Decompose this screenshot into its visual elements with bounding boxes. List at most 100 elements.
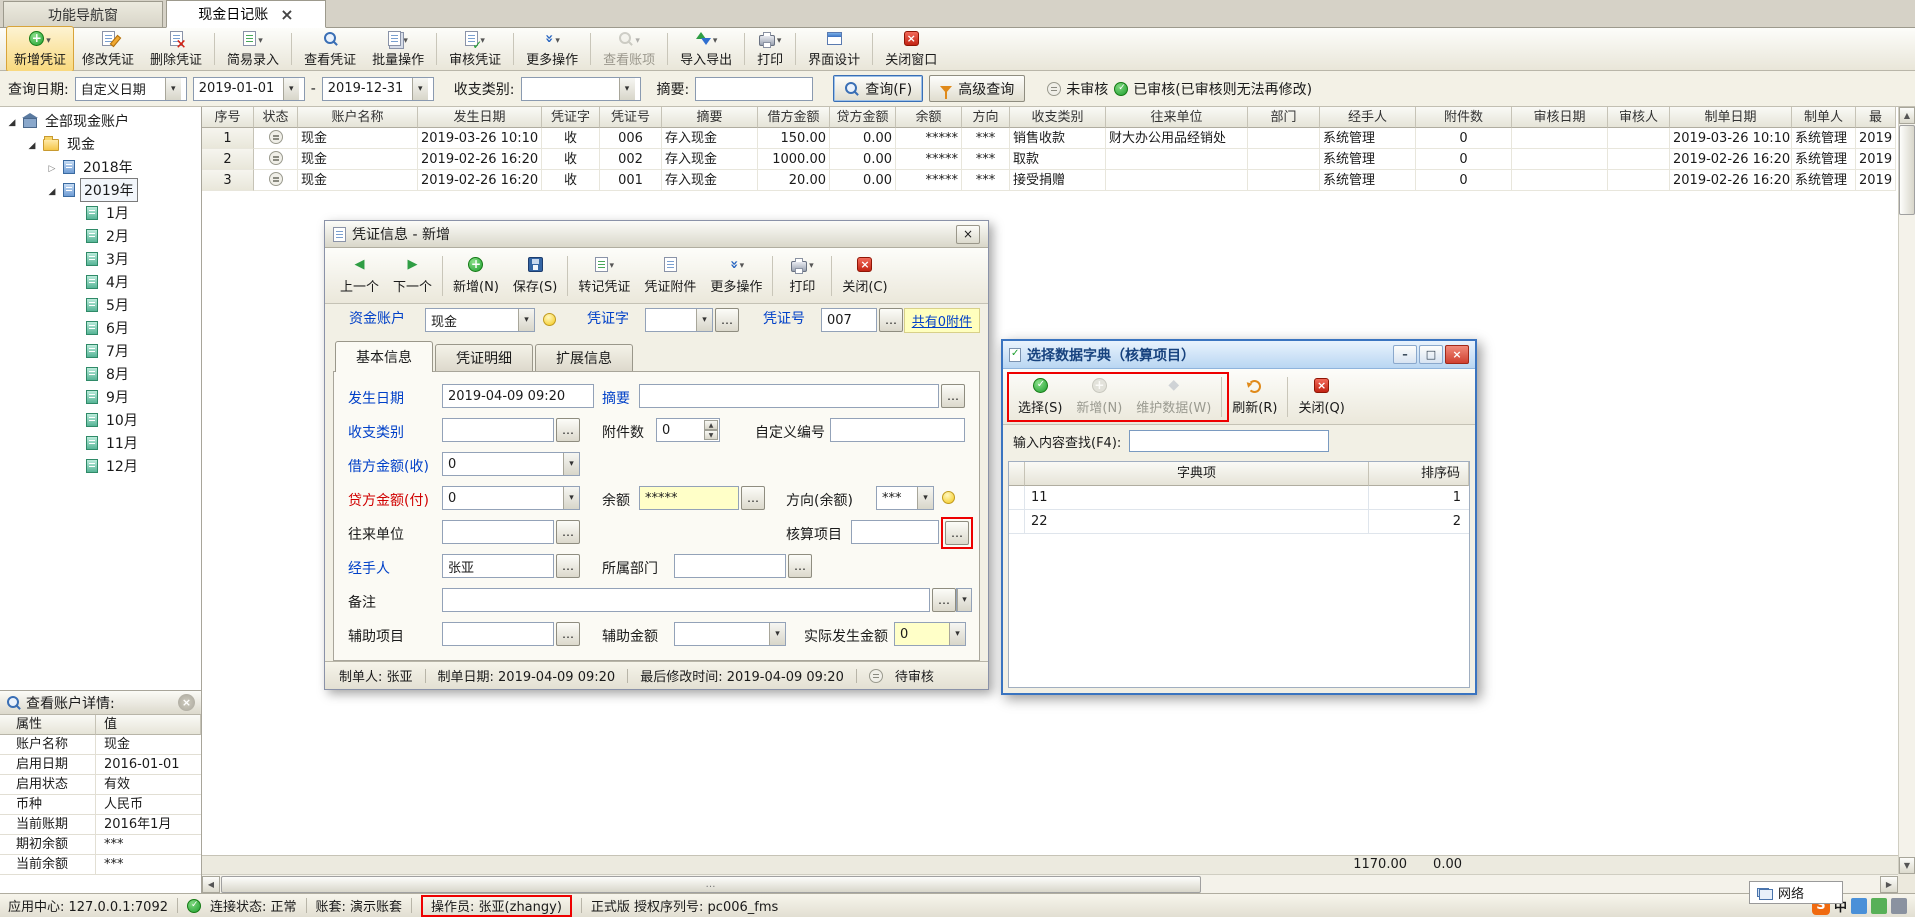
voucher-dialog-titlebar[interactable]: 凭证信息 - 新增: [325, 221, 988, 248]
debit-input[interactable]: 0: [442, 452, 580, 476]
minimize-icon[interactable]: –: [1393, 345, 1417, 364]
voucher-number-lookup-button[interactable]: [879, 308, 903, 332]
dict-select-button[interactable]: 选择(S): [1011, 374, 1069, 419]
voucher-number-input[interactable]: 007: [821, 308, 877, 332]
aux-amount-input[interactable]: [674, 622, 786, 646]
dialog-more-ops-button[interactable]: 更多操作: [703, 253, 769, 298]
transfer-voucher-button[interactable]: 转记凭证: [571, 253, 637, 298]
vertical-scrollbar[interactable]: ▲ ▼: [1898, 107, 1915, 874]
column-header[interactable]: 摘要: [662, 107, 758, 128]
tab-close-icon[interactable]: [280, 5, 293, 24]
tray-panel-icon[interactable]: [1891, 898, 1907, 914]
tree-node-2018[interactable]: 2018年: [0, 155, 201, 178]
more-ops-button[interactable]: 更多操作: [518, 26, 586, 72]
tree-expander-icon[interactable]: [6, 113, 18, 129]
tab-voucher-detail[interactable]: 凭证明细: [435, 344, 533, 371]
close-details-icon[interactable]: [178, 694, 195, 711]
maximize-icon[interactable]: □: [1419, 345, 1443, 364]
remark-input[interactable]: [442, 588, 930, 612]
scroll-down-icon[interactable]: ▼: [1899, 857, 1915, 874]
tab-cash-journal[interactable]: 现金日记账: [166, 0, 326, 28]
dictionary-row[interactable]: 11 1: [1009, 486, 1469, 510]
column-header[interactable]: 部门: [1248, 107, 1320, 128]
view-account-items-button[interactable]: 查看账项: [595, 26, 663, 72]
dict-item-column-header[interactable]: 字典项: [1025, 462, 1369, 486]
scroll-up-icon[interactable]: ▲: [1899, 107, 1915, 124]
column-header[interactable]: 序号: [202, 107, 254, 128]
tree-month-item[interactable]: 8月: [0, 362, 201, 385]
dictionary-row[interactable]: 22 2: [1009, 510, 1469, 534]
dict-close-button[interactable]: 关闭(Q): [1291, 374, 1351, 419]
property-column-header[interactable]: 属性: [0, 715, 96, 735]
dict-maintain-button[interactable]: 维护数据(W): [1129, 374, 1218, 419]
tree-month-item[interactable]: 9月: [0, 385, 201, 408]
ui-design-button[interactable]: 界面设计: [800, 26, 868, 72]
voucher-word-select[interactable]: [645, 308, 713, 332]
balance-input[interactable]: *****: [639, 486, 739, 510]
detail-row[interactable]: 当前余额 ***: [0, 855, 201, 875]
credit-input[interactable]: 0: [442, 486, 580, 510]
column-header[interactable]: 凭证号: [600, 107, 662, 128]
remark-dropdown[interactable]: [956, 588, 972, 612]
dictionary-search-input[interactable]: [1129, 430, 1329, 452]
delete-voucher-button[interactable]: 删除凭证: [142, 26, 210, 72]
tab-basic-info[interactable]: 基本信息: [335, 341, 433, 372]
next-voucher-button[interactable]: 下一个: [386, 253, 439, 298]
column-header[interactable]: 审核人: [1608, 107, 1670, 128]
print-button[interactable]: 打印: [749, 26, 791, 72]
dialog-close-button[interactable]: 关闭(C): [835, 253, 894, 298]
import-export-button[interactable]: 导入导出: [672, 26, 740, 72]
date-to-select[interactable]: 2019-12-31: [322, 77, 434, 101]
scroll-right-icon[interactable]: ▶: [1880, 876, 1898, 893]
tab-extended-info[interactable]: 扩展信息: [535, 344, 633, 371]
column-header[interactable]: 往来单位: [1106, 107, 1248, 128]
column-header[interactable]: 附件数: [1416, 107, 1512, 128]
account-select[interactable]: 现金: [425, 308, 535, 332]
category-select[interactable]: [521, 77, 641, 101]
tree-month-item[interactable]: 6月: [0, 316, 201, 339]
tree-expander-icon[interactable]: [46, 159, 58, 175]
keyboard-icon[interactable]: [1871, 898, 1887, 914]
detail-row[interactable]: 币种 人民币: [0, 795, 201, 815]
tree-node-all-accounts[interactable]: 全部现金账户: [0, 109, 201, 132]
tree-month-item[interactable]: 11月: [0, 431, 201, 454]
tree-month-item[interactable]: 10月: [0, 408, 201, 431]
tree-month-item[interactable]: 2月: [0, 224, 201, 247]
accounting-item-input[interactable]: [851, 520, 939, 544]
dialog-save-button[interactable]: 保存(S): [506, 253, 564, 298]
prev-voucher-button[interactable]: 上一个: [333, 253, 386, 298]
partner-input[interactable]: [442, 520, 554, 544]
batch-ops-button[interactable]: 批量操作: [364, 26, 432, 72]
tree-month-item[interactable]: 5月: [0, 293, 201, 316]
column-header[interactable]: 收支类别: [1010, 107, 1106, 128]
journal-row[interactable]: 2 现金 2019-02-26 16:20 收 002 存入现金 1000.00…: [202, 149, 1898, 170]
tree-month-item[interactable]: 12月: [0, 454, 201, 477]
stepper-arrows-icon[interactable]: ▲▼: [704, 420, 718, 440]
direction-select[interactable]: ***: [876, 486, 934, 510]
custom-no-input[interactable]: [830, 418, 965, 442]
column-header[interactable]: 借方金额: [758, 107, 830, 128]
tree-month-item[interactable]: 1月: [0, 201, 201, 224]
query-button[interactable]: 查询(F): [833, 75, 923, 102]
detail-row[interactable]: 期初余额 ***: [0, 835, 201, 855]
column-header[interactable]: 方向: [962, 107, 1010, 128]
remark-lookup-button[interactable]: [932, 588, 956, 612]
summary-lookup-button[interactable]: [941, 384, 965, 408]
advanced-query-button[interactable]: 高级查询: [929, 75, 1025, 102]
summary-input[interactable]: [695, 77, 813, 101]
tree-expander-icon[interactable]: [26, 136, 38, 152]
audit-voucher-button[interactable]: 审核凭证: [441, 26, 509, 72]
sort-code-column-header[interactable]: 排序码: [1369, 462, 1469, 486]
close-icon[interactable]: ×: [1445, 345, 1469, 364]
department-input[interactable]: [674, 554, 786, 578]
date-from-select[interactable]: 2019-01-01: [193, 77, 305, 101]
horizontal-scrollbar[interactable]: ◀ ▶: [202, 874, 1898, 893]
quick-entry-button[interactable]: 简易录入: [219, 26, 287, 72]
tree-node-2019[interactable]: 2019年: [0, 178, 201, 201]
voucher-attachment-button[interactable]: 凭证附件: [637, 253, 703, 298]
tree-expander-icon[interactable]: [46, 182, 58, 198]
journal-row[interactable]: 1 现金 2019-03-26 10:10 收 006 存入现金 150.00 …: [202, 128, 1898, 149]
actual-amount-input[interactable]: 0: [894, 622, 966, 646]
dictionary-dialog-titlebar[interactable]: 选择数据字典（核算项目） – □ ×: [1003, 341, 1475, 369]
detail-row[interactable]: 启用状态 有效: [0, 775, 201, 795]
